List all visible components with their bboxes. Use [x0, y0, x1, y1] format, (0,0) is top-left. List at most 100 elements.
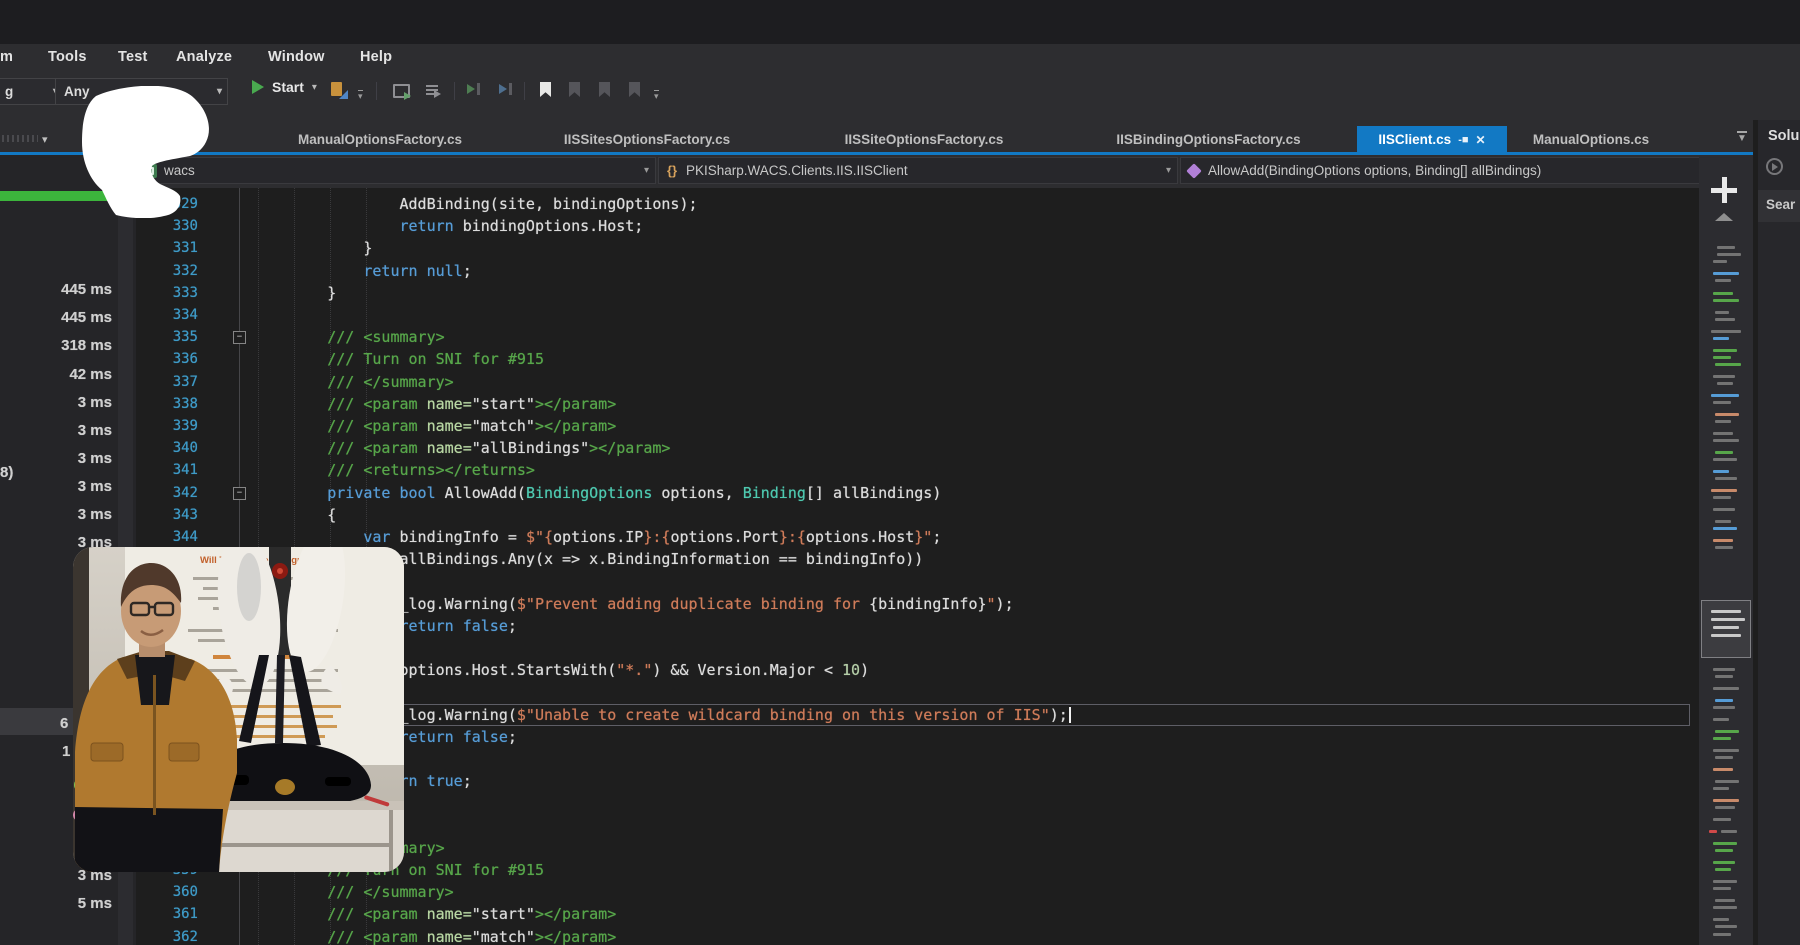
line-number: 361 — [146, 903, 198, 925]
webcam-overlay: Will The Future Design Us ? — [73, 547, 404, 872]
line-number: 342 — [146, 482, 198, 504]
breadcrumb-label: PKISharp.WACS.Clients.IIS.IISClient — [686, 163, 908, 178]
minimap-mark — [1713, 787, 1729, 790]
solution-search-box[interactable]: Sear — [1758, 190, 1800, 222]
clear-bookmarks-icon[interactable] — [626, 81, 644, 99]
attach-process-icon[interactable] — [392, 81, 410, 99]
minimap-mark — [1717, 246, 1735, 249]
menu-item-tools[interactable]: Tools — [48, 49, 87, 65]
code-line-332[interactable]: 332 return null; — [136, 260, 1699, 282]
breadcrumb-class[interactable]: {}PKISharp.WACS.Clients.IIS.IISClient▾ — [658, 157, 1178, 184]
minimap-mark — [1715, 806, 1735, 809]
sync-icon[interactable] — [1766, 158, 1783, 175]
minimap-mark — [1711, 489, 1737, 492]
code-line-343[interactable]: 343 { — [136, 504, 1699, 526]
minimap-mark — [1713, 880, 1737, 883]
tab-iisclient-cs[interactable]: IISClient.cs -■ ✕ — [1357, 126, 1507, 153]
minimap-mark — [1715, 925, 1737, 928]
menu-item-m[interactable]: m — [0, 49, 13, 65]
code-line-337[interactable]: 337 /// </summary> — [136, 371, 1699, 393]
vs-window: mToolsTestAnalyzeWindowHelp g ▾ Any ▾ St… — [0, 0, 1800, 945]
code-text: /// <returns></returns> — [255, 459, 535, 481]
fold-collapse-icon[interactable]: − — [233, 487, 246, 500]
code-text: return bindingOptions.Host; — [255, 215, 643, 237]
code-text: var bindingInfo = $"{options.IP}:{option… — [255, 526, 941, 548]
minimap-viewport[interactable] — [1701, 600, 1751, 658]
line-number: 332 — [146, 260, 198, 282]
next-bookmark-icon[interactable] — [596, 81, 614, 99]
minimap-mark — [1713, 349, 1737, 352]
menu-item-test[interactable]: Test — [118, 49, 148, 65]
fold-collapse-icon[interactable]: − — [233, 331, 246, 344]
test-duration: 1 — [62, 743, 70, 763]
bookmark-icon[interactable] — [537, 81, 555, 99]
menu-item-analyze[interactable]: Analyze — [176, 49, 232, 65]
new-item-icon[interactable] — [330, 81, 348, 99]
tab-label: IISClient.cs — [1378, 132, 1451, 147]
scroll-up-arrow-icon[interactable] — [1715, 213, 1733, 221]
code-line-338[interactable]: 338 /// <param name="start"></param> — [136, 393, 1699, 415]
step-into-icon[interactable] — [466, 81, 484, 99]
code-line-333[interactable]: 333 } — [136, 282, 1699, 304]
menu-bar: m Tools Test Analyze Window Help — [0, 46, 1800, 72]
code-line-340[interactable]: 340 /// <param name="allBindings"></para… — [136, 437, 1699, 459]
previous-bookmark-icon[interactable] — [566, 81, 584, 99]
minimap-mark — [1713, 626, 1739, 629]
code-line-329[interactable]: 329 AddBinding(site, bindingOptions); — [136, 193, 1699, 215]
tab-manualoptionsfactory-cs[interactable]: ManualOptionsFactory.cs — [254, 126, 506, 153]
menu-item-window[interactable]: Window — [268, 49, 325, 65]
code-line-342[interactable]: 342− private bool AllowAdd(BindingOption… — [136, 482, 1699, 504]
minimap-mark — [1713, 337, 1729, 340]
toolbar-overflow-icon[interactable]: ▾ — [654, 90, 659, 100]
code-line-330[interactable]: 330 return bindingOptions.Host; — [136, 215, 1699, 237]
webcam-photo: Will The Future Design Us ? — [73, 547, 404, 872]
pin-icon[interactable]: -■ — [1458, 134, 1468, 146]
code-line-344[interactable]: 344 var bindingInfo = $"{options.IP}:{op… — [136, 526, 1699, 548]
code-line-360[interactable]: 360 /// </summary> — [136, 881, 1699, 903]
minimap-mark — [1713, 292, 1733, 295]
code-line-362[interactable]: 362 /// <param name="match"></param> — [136, 926, 1699, 945]
line-number: 362 — [146, 926, 198, 945]
tab-iisbindingoptionsfactory-cs[interactable]: IISBindingOptionsFactory.cs — [1060, 126, 1357, 153]
close-icon[interactable]: ✕ — [1476, 133, 1486, 147]
code-line-336[interactable]: 336 /// Turn on SNI for #915 — [136, 348, 1699, 370]
code-line-341[interactable]: 341 /// <returns></returns> — [136, 459, 1699, 481]
breadcrumb-method[interactable]: AllowAdd(BindingOptions options, Binding… — [1180, 157, 1748, 184]
menu-item-help[interactable]: Help — [360, 49, 392, 65]
start-button[interactable]: Start ▾ — [252, 79, 317, 95]
tab-iissitesoptionsfactory-cs[interactable]: IISSitesOptionsFactory.cs — [506, 126, 788, 153]
tab-manualoptions-cs[interactable]: ManualOptions.cs — [1507, 126, 1675, 153]
minimap-mark — [1711, 394, 1739, 397]
breadcrumb-project[interactable]: wacs▾ — [136, 157, 656, 184]
minimap-mark — [1713, 768, 1733, 771]
line-number: 330 — [146, 215, 198, 237]
toolbar-overflow-icon[interactable]: ▾ — [358, 90, 363, 100]
line-number: 344 — [146, 526, 198, 548]
tab-iissiteoptionsfactory-cs[interactable]: IISSiteOptionsFactory.cs — [788, 126, 1060, 153]
minimap-mark — [1717, 253, 1741, 256]
document-tab-bar: csManualOptionsFactory.csIISSitesOptions… — [136, 126, 1675, 153]
class-icon: {} — [665, 164, 679, 178]
code-line-361[interactable]: 361 /// <param name="start"></param> — [136, 903, 1699, 925]
code-text: /// Turn on SNI for #915 — [255, 348, 544, 370]
tab-label: IISSiteOptionsFactory.cs — [845, 132, 1004, 147]
editor-scrollbar-map[interactable] — [1699, 155, 1753, 945]
code-line-339[interactable]: 339 /// <param name="match"></param> — [136, 415, 1699, 437]
tab-overflow-icon[interactable]: ▼ — [1737, 131, 1747, 143]
code-line-335[interactable]: 335− /// <summary> — [136, 326, 1699, 348]
minimap-mark — [1715, 699, 1733, 702]
minimap-mark — [1715, 730, 1739, 733]
minimap-mark — [1715, 477, 1737, 480]
tab-label: IISSitesOptionsFactory.cs — [564, 132, 730, 147]
line-number: 336 — [146, 348, 198, 370]
test-duration: 3 ms — [40, 478, 112, 498]
step-over-icon[interactable] — [498, 81, 516, 99]
code-line-334[interactable]: 334 — [136, 304, 1699, 326]
navigate-to-icon[interactable] — [424, 81, 442, 99]
plus-icon — [1711, 177, 1737, 203]
test-duration: 3 ms — [40, 450, 112, 470]
minimap-mark — [1709, 830, 1717, 833]
code-line-331[interactable]: 331 } — [136, 237, 1699, 259]
line-number: 338 — [146, 393, 198, 415]
group-collapse-caret[interactable]: ▾ — [42, 133, 48, 146]
